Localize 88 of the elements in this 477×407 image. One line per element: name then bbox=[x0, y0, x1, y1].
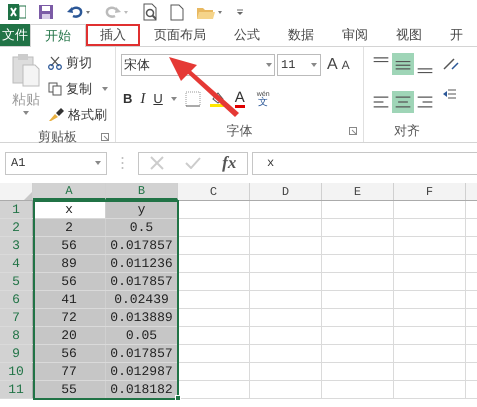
ribbon-tab[interactable]: 审阅 bbox=[328, 24, 382, 46]
row-header[interactable]: 5 bbox=[0, 273, 33, 290]
dialog-launcher-icon[interactable] bbox=[349, 127, 357, 135]
border-icon[interactable] bbox=[184, 91, 201, 107]
table-cell: 0.013889 bbox=[106, 309, 178, 326]
table-cell: 0.017857 bbox=[106, 273, 178, 290]
table-cell: 0.02439 bbox=[106, 291, 178, 308]
row-header[interactable]: 9 bbox=[0, 345, 33, 362]
cut-button[interactable]: 剪切 bbox=[48, 51, 108, 75]
italic-button[interactable]: I bbox=[140, 88, 146, 110]
group-label: 对齐 bbox=[394, 122, 420, 140]
ribbon-tab[interactable]: 视图 bbox=[382, 24, 436, 46]
name-box[interactable]: A1 bbox=[5, 152, 107, 174]
column-header[interactable]: E bbox=[322, 183, 394, 200]
table-cell: 41 bbox=[33, 291, 106, 308]
table-cell: 0.011236 bbox=[106, 255, 178, 272]
row-header[interactable]: 10 bbox=[0, 363, 33, 380]
dialog-launcher-icon[interactable] bbox=[101, 132, 109, 141]
table-cell: 0.012987 bbox=[106, 363, 178, 380]
table-cell: 56 bbox=[33, 273, 106, 290]
ribbon-tab[interactable]: 插入 bbox=[86, 24, 140, 46]
ribbon-tab[interactable]: 文件 bbox=[0, 24, 30, 46]
row-header[interactable]: 4 bbox=[0, 255, 33, 272]
row-header[interactable]: 7 bbox=[0, 309, 33, 326]
shrink-font-button[interactable]: A bbox=[342, 56, 350, 74]
table-cell: 56 bbox=[33, 345, 106, 362]
dropdown-arrow-icon[interactable] bbox=[170, 97, 177, 101]
format-painter-button[interactable]: 格式刷 bbox=[48, 103, 108, 127]
table-cell: 20 bbox=[33, 327, 106, 344]
insert-function-button[interactable]: fx bbox=[222, 150, 236, 176]
fill-handle[interactable] bbox=[175, 395, 181, 401]
row-header[interactable]: 6 bbox=[0, 291, 33, 308]
ribbon-tab[interactable]: 数据 bbox=[274, 24, 328, 46]
brush-icon bbox=[48, 108, 64, 122]
ribbon-tab[interactable]: 开 bbox=[436, 24, 477, 46]
group-label: 字体 bbox=[226, 122, 252, 140]
grow-font-button[interactable]: A bbox=[327, 53, 338, 77]
table-cell: y bbox=[106, 201, 178, 218]
row-header[interactable]: 1 bbox=[0, 201, 33, 218]
column-header[interactable]: A bbox=[33, 183, 106, 200]
table-cell: 0.5 bbox=[106, 219, 178, 236]
print-preview-icon[interactable] bbox=[142, 3, 158, 21]
save-icon[interactable] bbox=[38, 4, 54, 20]
dropdown-arrow-icon[interactable] bbox=[102, 87, 108, 91]
table-cell: 72 bbox=[33, 309, 106, 326]
grip-icon bbox=[121, 156, 124, 170]
dropdown-arrow-icon[interactable] bbox=[311, 63, 317, 67]
table-cell: 56 bbox=[33, 237, 106, 254]
clipboard-icon bbox=[11, 53, 41, 87]
align-center-button[interactable] bbox=[392, 90, 414, 112]
column-header[interactable]: B bbox=[106, 183, 178, 200]
row-header[interactable]: 8 bbox=[0, 327, 33, 344]
row-header[interactable]: 2 bbox=[0, 219, 33, 236]
row-header[interactable]: 3 bbox=[0, 237, 33, 254]
customize-dropdown-icon[interactable] bbox=[236, 8, 244, 16]
font-name-field[interactable]: 宋体 bbox=[121, 54, 275, 76]
table-cell: 55 bbox=[33, 381, 106, 398]
enter-checkmark-icon[interactable] bbox=[184, 157, 201, 169]
copy-button[interactable]: 复制 bbox=[48, 77, 108, 101]
table-cell: 0.017857 bbox=[106, 237, 178, 254]
table-cell: 2 bbox=[33, 219, 106, 236]
dropdown-arrow-icon[interactable] bbox=[266, 63, 272, 67]
ribbon-tab[interactable]: 页面布局 bbox=[140, 24, 220, 46]
column-header[interactable]: F bbox=[394, 183, 466, 200]
ribbon-tab[interactable]: 公式 bbox=[220, 24, 274, 46]
group-label: 剪贴板 bbox=[38, 128, 77, 146]
bold-button[interactable]: B bbox=[123, 89, 132, 109]
font-size-field[interactable]: 11 bbox=[277, 54, 321, 76]
table-cell: 0.05 bbox=[106, 327, 178, 344]
table-cell: 0.018182 bbox=[106, 381, 178, 398]
dropdown-arrow-icon[interactable] bbox=[95, 161, 101, 165]
dropdown-arrow-icon[interactable] bbox=[23, 111, 29, 115]
table-cell: 0.017857 bbox=[106, 345, 178, 362]
excel-logo-icon bbox=[8, 4, 26, 20]
formula-input[interactable]: x bbox=[252, 152, 477, 174]
undo-icon[interactable] bbox=[66, 5, 92, 19]
table-cell: 77 bbox=[33, 363, 106, 380]
new-document-icon[interactable] bbox=[170, 4, 184, 20]
copy-icon bbox=[48, 82, 62, 96]
underline-button[interactable]: U bbox=[153, 89, 163, 109]
column-header[interactable]: C bbox=[178, 183, 250, 200]
table-cell: 89 bbox=[33, 255, 106, 272]
row-header[interactable]: 11 bbox=[0, 381, 33, 398]
column-header[interactable]: D bbox=[250, 183, 322, 200]
align-middle-button[interactable] bbox=[392, 53, 414, 75]
ribbon-tab[interactable]: 开始 bbox=[30, 24, 86, 47]
scissors-icon bbox=[48, 56, 62, 70]
decrease-indent-icon[interactable] bbox=[442, 87, 456, 101]
